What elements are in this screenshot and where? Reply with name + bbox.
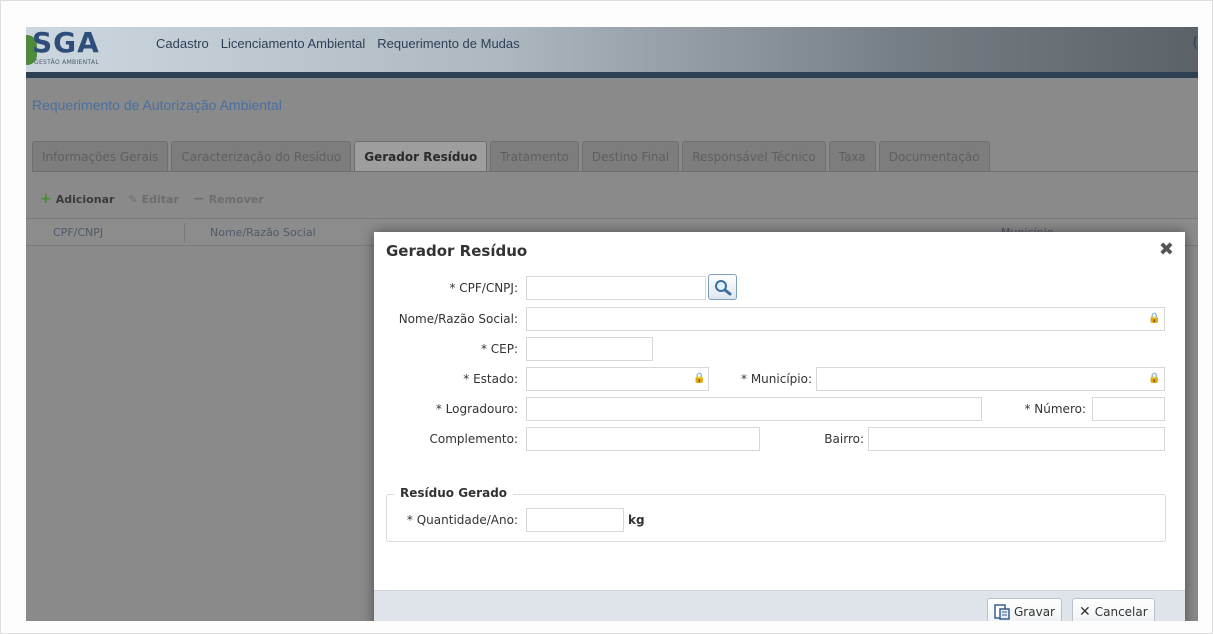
nav-licenciamento-ambiental[interactable]: Licenciamento Ambiental <box>221 36 366 51</box>
save-document-icon <box>994 603 1010 620</box>
tab-tratamento[interactable]: Tratamento <box>490 141 579 171</box>
add-button[interactable]: + Adicionar <box>40 191 114 207</box>
tab-documentacao[interactable]: Documentação <box>878 141 990 171</box>
page-title: Requerimento de Autorização Ambiental <box>32 97 282 113</box>
save-button[interactable]: Gravar <box>987 598 1062 621</box>
bairro-label: Bairro: <box>824 432 864 446</box>
column-resizer[interactable] <box>184 223 185 243</box>
remove-button[interactable]: − Remover <box>193 191 264 207</box>
complemento-input[interactable] <box>526 427 760 451</box>
cpf-cnpj-label: * CPF/CNPJ: <box>449 281 518 295</box>
tab-responsavel-tecnico[interactable]: Responsável Técnico <box>682 141 826 171</box>
logo-subtitle: GESTÃO AMBIENTAL <box>34 59 99 66</box>
cancel-button-label: Cancelar <box>1094 604 1148 619</box>
screenshot-frame: SGA GESTÃO AMBIENTAL Cadastro Licenciame… <box>0 0 1213 634</box>
cancel-button[interactable]: ✕ Cancelar <box>1072 598 1155 621</box>
logradouro-label: * Logradouro: <box>435 402 518 416</box>
tab-informacoes-gerais[interactable]: Informações Gerais <box>32 141 169 171</box>
save-button-label: Gravar <box>1014 604 1055 619</box>
logo-text: SGA <box>32 27 100 59</box>
unit-label: kg <box>628 513 645 527</box>
column-header-cpf-cnpj[interactable]: CPF/CNPJ <box>53 226 103 239</box>
minus-icon: − <box>192 191 205 207</box>
gerador-residuo-dialog: Gerador Resíduo ✖ * CPF/CNPJ: Nome/Razão… <box>374 232 1185 621</box>
edit-button-label: Editar <box>141 192 179 206</box>
pencil-icon: ✎ <box>128 192 138 206</box>
municipio-select[interactable] <box>816 367 1165 391</box>
quantidade-ano-label: * Quantidade/Ano: <box>406 513 518 527</box>
numero-input[interactable] <box>1092 397 1165 421</box>
logradouro-input[interactable] <box>526 397 982 421</box>
add-button-label: Adicionar <box>55 192 115 206</box>
edit-button[interactable]: ✎ Editar <box>128 193 178 206</box>
lock-icon: 🔒 <box>693 373 706 384</box>
dialog-footer: Gravar ✕ Cancelar <box>374 590 1185 621</box>
column-header-nome[interactable]: Nome/Razão Social <box>210 226 316 239</box>
nav-requerimento-de-mudas[interactable]: Requerimento de Mudas <box>377 36 519 51</box>
estado-label: * Estado: <box>463 372 518 386</box>
header-corner-mark: ( <box>1192 35 1198 51</box>
complemento-label: Complemento: <box>429 432 518 446</box>
tab-strip: Informações Gerais Caracterização do Res… <box>32 141 990 171</box>
nome-razao-social-input[interactable] <box>526 307 1165 331</box>
estado-select[interactable] <box>526 367 709 391</box>
quantidade-ano-input[interactable] <box>526 508 624 532</box>
dialog-title: Gerador Resíduo <box>386 242 528 260</box>
cep-label: * CEP: <box>480 342 518 356</box>
cep-input[interactable] <box>526 337 653 361</box>
top-nav: Cadastro Licenciamento Ambiental Requeri… <box>156 36 520 51</box>
nome-razao-social-label: Nome/Razão Social: <box>398 312 518 326</box>
municipio-label: * Município: <box>741 372 812 386</box>
nav-cadastro[interactable]: Cadastro <box>156 36 209 51</box>
lock-icon: 🔒 <box>1148 313 1161 324</box>
grid-toolbar: + Adicionar ✎ Editar − Remover <box>40 191 264 207</box>
tab-taxa[interactable]: Taxa <box>828 141 876 171</box>
tab-destino-final[interactable]: Destino Final <box>581 141 680 171</box>
residuo-gerado-legend: Resíduo Gerado <box>394 486 514 500</box>
tab-strip-divider <box>32 171 1198 172</box>
app-window: SGA GESTÃO AMBIENTAL Cadastro Licenciame… <box>26 27 1198 621</box>
bairro-input[interactable] <box>868 427 1165 451</box>
sga-logo[interactable]: SGA GESTÃO AMBIENTAL <box>26 27 144 69</box>
header-underline-bar <box>26 72 1198 78</box>
search-button[interactable] <box>708 274 737 300</box>
lock-icon: 🔒 <box>1148 373 1161 384</box>
cpf-cnpj-input[interactable] <box>526 276 706 300</box>
app-header: SGA GESTÃO AMBIENTAL Cadastro Licenciame… <box>26 27 1198 72</box>
magnifier-icon <box>715 280 732 296</box>
tab-gerador-residuo[interactable]: Gerador Resíduo <box>354 141 488 171</box>
tab-caracterizacao-do-residuo[interactable]: Caracterização do Resíduo <box>171 141 352 171</box>
numero-label: * Número: <box>1024 402 1086 416</box>
plus-icon: + <box>40 191 52 207</box>
remove-button-label: Remover <box>208 192 264 206</box>
close-icon[interactable]: ✖ <box>1159 239 1174 260</box>
x-icon: ✕ <box>1079 603 1091 620</box>
